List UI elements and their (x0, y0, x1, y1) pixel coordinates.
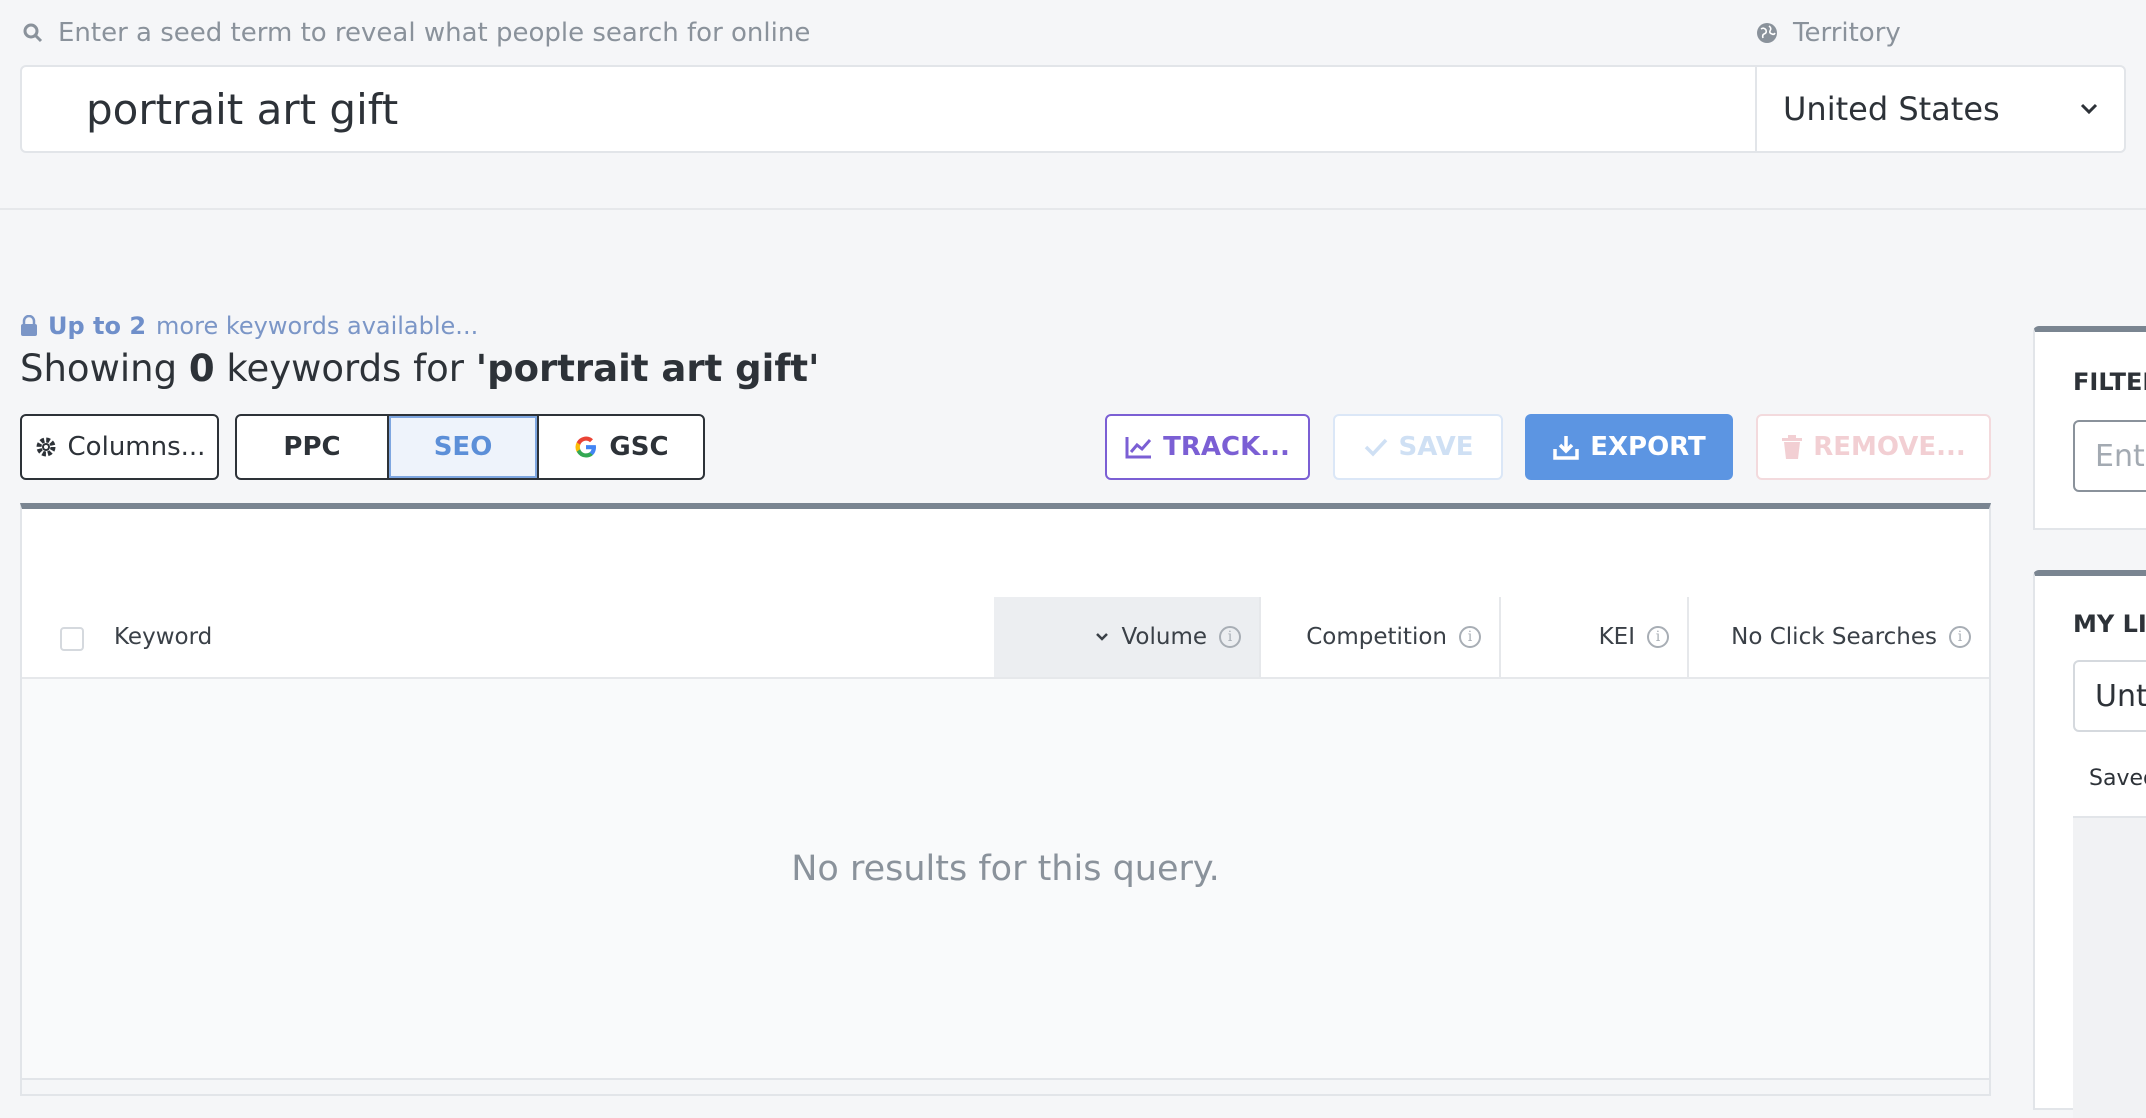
remove-button[interactable]: REMOVE... (1756, 414, 1991, 480)
google-icon (575, 436, 597, 458)
info-icon[interactable]: i (1647, 626, 1669, 648)
keyword-table: Keyword Volume i Competition i KEI i No … (20, 503, 1991, 1096)
globe-icon (1757, 23, 1777, 43)
trash-icon (1782, 435, 1803, 459)
tab-ppc[interactable]: PPC (237, 416, 389, 478)
check-icon (1364, 438, 1387, 457)
sort-desc-icon (1096, 633, 1109, 641)
col-no-click-label: No Click Searches (1731, 624, 1937, 650)
info-icon[interactable]: i (1219, 626, 1241, 648)
col-keyword-label: Keyword (114, 624, 213, 650)
col-kei-label: KEI (1598, 624, 1635, 650)
territory-label: Territory (1793, 18, 1901, 48)
col-keyword[interactable]: Keyword (114, 597, 212, 677)
track-label: TRACK... (1163, 432, 1290, 462)
table-footer (22, 1078, 1989, 1094)
tab-seo[interactable]: SEO (389, 416, 537, 478)
gear-icon (36, 437, 56, 457)
col-volume-label: Volume (1121, 624, 1207, 650)
lock-icon (21, 315, 37, 336)
save-button[interactable]: SAVE (1333, 414, 1503, 480)
empty-state-message: No results for this query. (791, 849, 1220, 889)
table-header: Keyword Volume i Competition i KEI i No … (22, 597, 1989, 679)
territory-label-row: Territory (1755, 18, 1901, 48)
more-keywords-text: more keywords available... (156, 312, 479, 340)
info-icon[interactable]: i (1949, 626, 1971, 648)
my-lists-panel: MY LISTS Untitled Saved (2033, 570, 2146, 1118)
showing-count: 0 (188, 347, 215, 390)
chevron-down-icon (2080, 103, 2098, 115)
track-button[interactable]: TRACK... (1105, 414, 1310, 480)
tab-seo-label: SEO (433, 432, 493, 462)
saved-list-area (2073, 816, 2146, 1118)
tab-gsc-label: GSC (609, 432, 669, 462)
remove-label: REMOVE... (1813, 432, 1966, 462)
filters-title: FILTERS (2073, 368, 2146, 396)
columns-button[interactable]: Columns... (20, 414, 219, 480)
tab-ppc-label: PPC (283, 432, 341, 462)
territory-value: United States (1783, 90, 2000, 128)
section-divider (0, 208, 2146, 210)
search-bar: United States (20, 65, 2126, 153)
filters-panel: FILTERS Enter (2033, 326, 2146, 530)
saved-label: Saved (2089, 766, 2146, 791)
col-competition[interactable]: Competition i (1259, 597, 1499, 677)
col-volume[interactable]: Volume i (994, 597, 1259, 677)
seed-label: Enter a seed term to reveal what people … (58, 18, 811, 48)
col-kei[interactable]: KEI i (1499, 597, 1687, 677)
columns-label: Columns... (67, 432, 206, 462)
list-select[interactable]: Untitled (2073, 660, 2146, 732)
select-all-checkbox[interactable] (60, 627, 84, 651)
download-icon (1553, 436, 1579, 460)
tab-gsc[interactable]: GSC (537, 416, 703, 478)
search-icon (23, 23, 43, 43)
seed-label-row: Enter a seed term to reveal what people … (22, 18, 810, 48)
showing-middle: keywords for (226, 347, 464, 390)
info-icon[interactable]: i (1459, 626, 1481, 648)
col-competition-label: Competition (1306, 624, 1447, 650)
more-keywords-notice[interactable]: Up to 2 more keywords available... (20, 312, 478, 340)
showing-term: 'portrait art gift' (475, 347, 820, 390)
export-label: EXPORT (1590, 432, 1706, 462)
my-lists-title: MY LISTS (2073, 610, 2146, 638)
territory-select[interactable]: United States (1755, 67, 2126, 151)
filter-input[interactable]: Enter (2073, 420, 2146, 492)
col-no-click-searches[interactable]: No Click Searches i (1687, 597, 1989, 677)
save-label: SAVE (1398, 432, 1474, 462)
mode-toggle: PPC SEO GSC (235, 414, 705, 480)
showing-prefix: Showing (20, 347, 178, 390)
table-toolbar-area (22, 509, 1989, 599)
results-heading: Showing 0 keywords for 'portrait art gif… (20, 347, 819, 390)
search-input[interactable] (42, 67, 1742, 151)
export-button[interactable]: EXPORT (1525, 414, 1733, 480)
line-chart-icon (1125, 437, 1152, 459)
more-keywords-count: Up to 2 (48, 312, 147, 340)
